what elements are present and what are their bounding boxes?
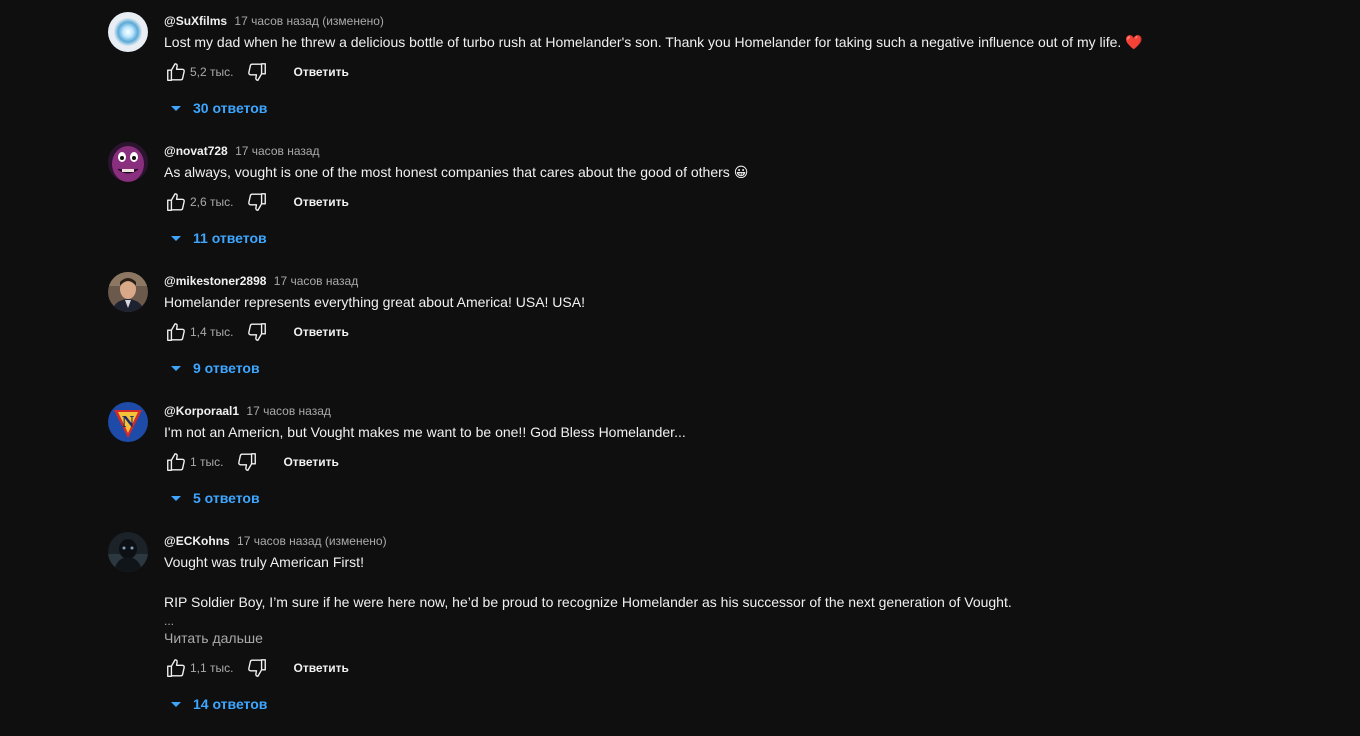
comment-header: @SuXfilms 17 часов назад (изменено) <box>164 12 1360 30</box>
like-count: 5,2 тыс. <box>190 65 234 79</box>
like-button[interactable] <box>164 656 188 680</box>
view-replies-button[interactable]: 11 ответов <box>170 228 1360 248</box>
dislike-button[interactable] <box>235 450 259 474</box>
reply-button[interactable]: Ответить <box>293 195 348 209</box>
like-count: 1,4 тыс. <box>190 325 234 339</box>
caret-down-icon <box>171 495 181 501</box>
dislike-button[interactable] <box>245 60 269 84</box>
thumbs-up-icon <box>167 659 185 677</box>
comment-time[interactable]: 17 часов назад <box>237 534 321 548</box>
comment-text: I'm not an Americn, but Vought makes me … <box>164 422 1360 442</box>
thumbs-up-icon <box>167 193 185 211</box>
edited-label: (изменено) <box>322 14 384 28</box>
like-button[interactable] <box>164 320 188 344</box>
comment-text: Lost my dad when he threw a delicious bo… <box>164 32 1360 52</box>
comment-text-content: I'm not an Americn, but Vought makes me … <box>164 424 686 440</box>
reply-button[interactable]: Ответить <box>293 65 348 79</box>
truncation-ellipsis: ... <box>164 614 175 628</box>
replies-count: 9 ответов <box>193 360 260 376</box>
like-count: 1,1 тыс. <box>190 661 234 675</box>
comment-text: Vought was truly American First! RIP Sol… <box>164 552 1360 612</box>
comment-text-paragraph: RIP Soldier Boy, I’m sure if he were her… <box>164 594 1012 610</box>
avatar[interactable]: N <box>108 402 148 442</box>
comment-header: @ECKohns 17 часов назад (изменено) <box>164 532 1360 550</box>
like-button[interactable] <box>164 450 188 474</box>
thumbs-down-icon <box>248 323 267 341</box>
comment-toolbar: 2,6 тыс. Ответить <box>164 186 1360 218</box>
comment-header: @novat728 17 часов назад <box>164 142 1360 160</box>
replies-count: 11 ответов <box>193 230 267 246</box>
comment-text: Homelander represents everything great a… <box>164 292 1360 312</box>
comment-text-content: Lost my dad when he threw a delicious bo… <box>164 34 1122 50</box>
comment-toolbar: 1,4 тыс. Ответить <box>164 316 1360 348</box>
thumbs-down-icon <box>248 659 267 677</box>
grinning-emoji: 😀 <box>733 164 749 180</box>
read-more-button[interactable]: Читать дальше <box>164 628 263 648</box>
purple-character-avatar-icon <box>108 142 148 182</box>
author-name[interactable]: @ECKohns <box>164 534 230 548</box>
avatar[interactable] <box>108 12 148 52</box>
thumbs-down-icon <box>248 63 267 81</box>
author-name[interactable]: @Korporaal1 <box>164 404 239 418</box>
dislike-button[interactable] <box>245 656 269 680</box>
comment-text-paragraph: Vought was truly American First! <box>164 554 364 570</box>
n-shield-logo-avatar-icon: N <box>108 402 148 442</box>
author-name[interactable]: @mikestoner2898 <box>164 274 266 288</box>
glowing-orb-avatar-icon <box>108 12 148 52</box>
thumbs-up-icon <box>167 63 185 81</box>
comment-text: As always, vought is one of the most hon… <box>164 162 1360 182</box>
reply-button[interactable]: Ответить <box>283 455 338 469</box>
svg-text:N: N <box>122 412 135 431</box>
thumbs-down-icon <box>238 453 257 471</box>
author-name[interactable]: @novat728 <box>164 144 228 158</box>
caret-down-icon <box>171 701 181 707</box>
thumbs-down-icon <box>248 193 267 211</box>
reply-button[interactable]: Ответить <box>293 325 348 339</box>
caret-down-icon <box>171 105 181 111</box>
heart-emoji: ❤️ <box>1125 34 1143 50</box>
comment-time[interactable]: 17 часов назад <box>246 404 330 418</box>
comments-section: @SuXfilms 17 часов назад (изменено) Lost… <box>0 0 1360 736</box>
comment-toolbar: 5,2 тыс. Ответить <box>164 56 1360 88</box>
thumbs-up-icon <box>167 453 185 471</box>
dark-figure-avatar-icon <box>108 532 148 572</box>
author-name[interactable]: @SuXfilms <box>164 14 227 28</box>
comment-text-content: Homelander represents everything great a… <box>164 294 585 310</box>
comment-time[interactable]: 17 часов назад <box>234 14 318 28</box>
dislike-button[interactable] <box>245 320 269 344</box>
comment-text-content: As always, vought is one of the most hon… <box>164 164 730 180</box>
view-replies-button[interactable]: 14 ответов <box>170 694 1360 714</box>
like-button[interactable] <box>164 60 188 84</box>
comment-toolbar: 1 тыс. Ответить <box>164 446 1360 478</box>
man-in-suit-avatar-icon <box>108 272 148 312</box>
view-replies-button[interactable]: 9 ответов <box>170 358 1360 378</box>
comment-header: @Korporaal1 17 часов назад <box>164 402 1360 420</box>
replies-count: 5 ответов <box>193 490 260 506</box>
caret-down-icon <box>171 235 181 241</box>
comment-header: @mikestoner2898 17 часов назад <box>164 272 1360 290</box>
thumbs-up-icon <box>167 323 185 341</box>
like-count: 2,6 тыс. <box>190 195 234 209</box>
replies-count: 14 ответов <box>193 696 268 712</box>
caret-down-icon <box>171 365 181 371</box>
dislike-button[interactable] <box>245 190 269 214</box>
view-replies-button[interactable]: 5 ответов <box>170 488 1360 508</box>
reply-button[interactable]: Ответить <box>293 661 348 675</box>
avatar[interactable] <box>108 142 148 182</box>
like-button[interactable] <box>164 190 188 214</box>
replies-count: 30 ответов <box>193 100 268 116</box>
avatar[interactable] <box>108 532 148 572</box>
like-count: 1 тыс. <box>190 455 224 469</box>
comment-toolbar: 1,1 тыс. Ответить <box>164 652 1360 684</box>
view-replies-button[interactable]: 30 ответов <box>170 98 1360 118</box>
comment-time[interactable]: 17 часов назад <box>235 144 319 158</box>
edited-label: (изменено) <box>324 534 387 548</box>
avatar[interactable] <box>108 272 148 312</box>
comment-time[interactable]: 17 часов назад <box>274 274 358 288</box>
